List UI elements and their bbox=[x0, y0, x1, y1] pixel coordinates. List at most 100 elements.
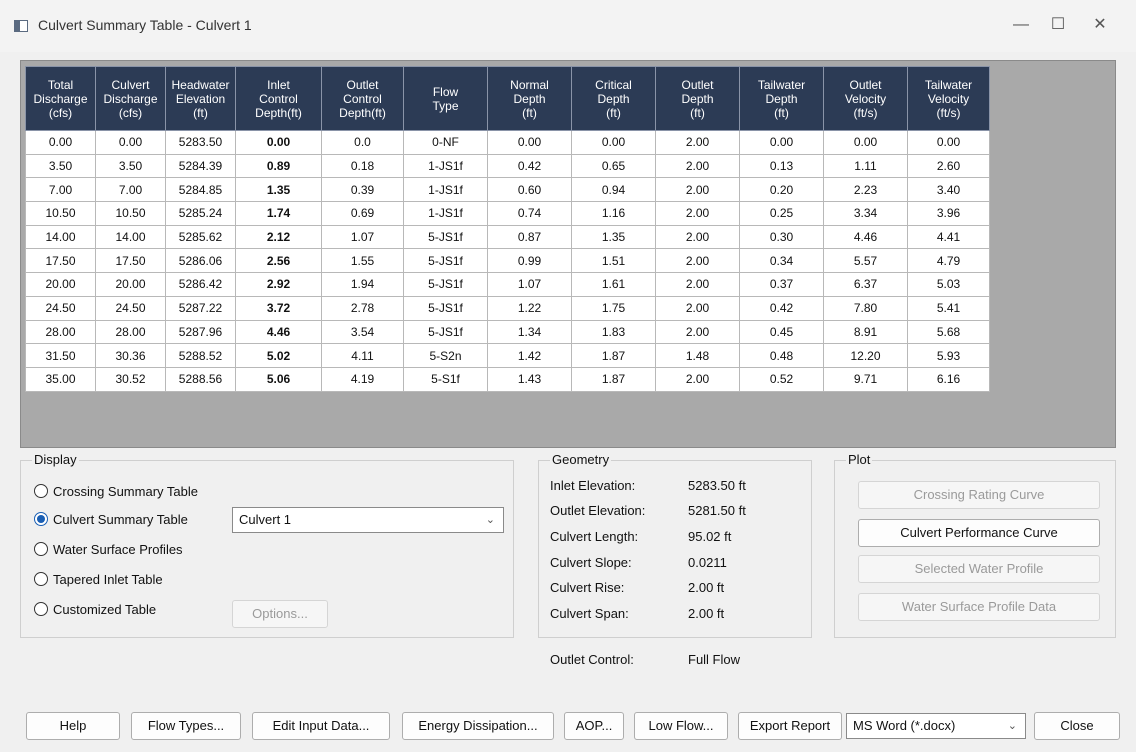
column-header-line: Depth(ft) bbox=[339, 105, 386, 120]
table-cell: 1.87 bbox=[571, 366, 656, 392]
table-row[interactable]: 3.50 3.50 5284.39 0.89 0.18 1-JS1f 0.42 0.65 2.0… bbox=[25, 153, 990, 179]
geometry-group-title: Geometry bbox=[550, 452, 612, 467]
table-cell: 0.42 bbox=[739, 295, 824, 321]
column-header[interactable]: Outlet Control Depth(ft) bbox=[321, 66, 404, 131]
aop-button[interactable]: AOP... bbox=[564, 712, 624, 740]
table-cell: 1.07 bbox=[321, 224, 404, 250]
options-button[interactable]: Options... bbox=[232, 600, 328, 628]
table-cell: 0.39 bbox=[321, 177, 404, 203]
column-header[interactable]: Tailwater Depth (ft) bbox=[739, 66, 824, 131]
table-cell: 5286.42 bbox=[165, 272, 236, 297]
close-button[interactable]: Close bbox=[1034, 712, 1120, 740]
table-cell: 1.75 bbox=[571, 295, 656, 321]
table-cell: 2.00 bbox=[655, 248, 740, 274]
table-row[interactable]: 20.00 20.00 5286.42 2.92 1.94 5-JS1f 1.07 1.61 2… bbox=[25, 272, 990, 297]
column-header[interactable]: Outlet Velocity (ft/s) bbox=[823, 66, 908, 131]
table-cell: 2.00 bbox=[655, 272, 740, 297]
table-cell: 2.60 bbox=[907, 153, 990, 179]
table-cell: 2.12 bbox=[235, 224, 322, 250]
maximize-icon[interactable]: ☐ bbox=[1043, 14, 1073, 38]
table-cell: 0.0 bbox=[321, 130, 404, 155]
export-format-select[interactable]: MS Word (*.docx) ⌄ bbox=[846, 713, 1026, 739]
display-option[interactable]: Water Surface Profiles bbox=[34, 539, 183, 559]
column-header-line: Depth bbox=[597, 91, 630, 106]
display-group-title: Display bbox=[32, 452, 79, 467]
plot-button[interactable]: Crossing Rating Curve bbox=[858, 481, 1100, 509]
column-header[interactable]: Flow Type bbox=[403, 66, 488, 131]
table-row[interactable]: 17.50 17.50 5286.06 2.56 1.55 5-JS1f 0.99 1.51 2… bbox=[25, 248, 990, 274]
radio-button[interactable] bbox=[34, 542, 48, 556]
help-button[interactable]: Help bbox=[26, 712, 120, 740]
table-cell: 2.00 bbox=[655, 295, 740, 321]
table-cell: 8.91 bbox=[823, 319, 908, 345]
table-cell: 24.50 bbox=[25, 295, 96, 321]
plot-button[interactable]: Water Surface Profile Data bbox=[858, 593, 1100, 621]
table-cell: 9.71 bbox=[823, 366, 908, 392]
table-cell: 3.72 bbox=[235, 295, 322, 321]
table-cell: 20.00 bbox=[25, 272, 96, 297]
table-cell: 0.00 bbox=[235, 130, 322, 155]
plot-group-title: Plot bbox=[846, 452, 873, 467]
export-report-button[interactable]: Export Report bbox=[738, 712, 842, 740]
column-header-line: Tailwater bbox=[757, 77, 806, 92]
table-row[interactable]: 7.00 7.00 5284.85 1.35 0.39 1-JS1f 0.60 0.94 2.0… bbox=[25, 177, 990, 203]
culvert-select[interactable]: Culvert 1 ⌄ bbox=[232, 507, 504, 533]
radio-button[interactable] bbox=[34, 602, 48, 616]
culvert-select-value: Culvert 1 bbox=[239, 512, 292, 527]
energy-dissipation-button[interactable]: Energy Dissipation... bbox=[402, 712, 554, 740]
table-row[interactable]: 31.50 30.36 5288.52 5.02 4.11 5-S2n 1.42 1.87 1.… bbox=[25, 343, 990, 368]
column-header-line: (ft/s) bbox=[853, 105, 878, 120]
display-option[interactable]: Crossing Summary Table bbox=[34, 481, 198, 501]
plot-button[interactable]: Selected Water Profile bbox=[858, 555, 1100, 583]
column-header-line: Critical bbox=[595, 77, 632, 92]
column-header[interactable]: Total Discharge (cfs) bbox=[25, 66, 96, 131]
table-cell: 3.54 bbox=[321, 319, 404, 345]
table-cell: 5283.50 bbox=[165, 130, 236, 155]
table-row[interactable]: 0.00 0.00 5283.50 0.00 0.0 0-NF 0.00 0.00 2.00 0.… bbox=[25, 130, 990, 155]
display-option[interactable]: Culvert Summary Table bbox=[34, 509, 188, 529]
column-header[interactable]: Headwater Elevation (ft) bbox=[165, 66, 236, 131]
table-cell: 1.55 bbox=[321, 248, 404, 274]
table-row[interactable]: 14.00 14.00 5285.62 2.12 1.07 5-JS1f 0.87 1.35 2… bbox=[25, 224, 990, 250]
column-header-line: (ft/s) bbox=[936, 105, 961, 120]
column-header[interactable]: Critical Depth (ft) bbox=[571, 66, 656, 131]
display-option[interactable]: Tapered Inlet Table bbox=[34, 569, 163, 589]
radio-button[interactable] bbox=[34, 572, 48, 586]
radio-button[interactable] bbox=[34, 484, 48, 498]
table-cell: 28.00 bbox=[25, 319, 96, 345]
geometry-label: Inlet Elevation: bbox=[550, 478, 636, 493]
column-header[interactable]: Outlet Depth (ft) bbox=[655, 66, 740, 131]
table-row[interactable]: 10.50 10.50 5285.24 1.74 0.69 1-JS1f 0.74 1.16 2… bbox=[25, 201, 990, 226]
table-cell: 2.00 bbox=[655, 130, 740, 155]
table-row[interactable]: 24.50 24.50 5287.22 3.72 2.78 5-JS1f 1.22 1.75 2… bbox=[25, 295, 990, 321]
edit-input-data-button[interactable]: Edit Input Data... bbox=[252, 712, 390, 740]
radio-button[interactable] bbox=[34, 512, 48, 526]
table-row[interactable]: 28.00 28.00 5287.96 4.46 3.54 5-JS1f 1.34 1.83 2… bbox=[25, 319, 990, 345]
table-cell: 5.57 bbox=[823, 248, 908, 274]
column-header[interactable]: Normal Depth (ft) bbox=[487, 66, 572, 131]
culvert-summary-table[interactable]: Total Discharge (cfs) Culvert Discharge (cfs)… bbox=[25, 66, 990, 392]
geometry-label: Culvert Rise: bbox=[550, 580, 625, 595]
flow-types-button[interactable]: Flow Types... bbox=[131, 712, 241, 740]
table-cell: 31.50 bbox=[25, 343, 96, 368]
close-window-icon[interactable]: ✕ bbox=[1085, 14, 1115, 38]
minimize-icon[interactable]: — bbox=[1006, 14, 1036, 38]
table-cell: 1.16 bbox=[571, 201, 656, 226]
table-row[interactable]: 35.00 30.52 5288.56 5.06 4.19 5-S1f 1.43 1.87 2.… bbox=[25, 366, 990, 392]
plot-button[interactable]: Culvert Performance Curve bbox=[858, 519, 1100, 547]
table-cell: 0.18 bbox=[321, 153, 404, 179]
table-cell: 2.56 bbox=[235, 248, 322, 274]
column-header[interactable]: Tailwater Velocity (ft/s) bbox=[907, 66, 990, 131]
table-cell: 5284.85 bbox=[165, 177, 236, 203]
table-cell: 1.35 bbox=[571, 224, 656, 250]
table-cell: 0.94 bbox=[571, 177, 656, 203]
geometry-value: 0.0211 bbox=[688, 555, 727, 570]
display-option[interactable]: Customized Table bbox=[34, 599, 156, 619]
column-header[interactable]: Culvert Discharge (cfs) bbox=[95, 66, 166, 131]
low-flow-button[interactable]: Low Flow... bbox=[634, 712, 728, 740]
table-cell: 2.00 bbox=[655, 177, 740, 203]
column-header[interactable]: Inlet Control Depth(ft) bbox=[235, 66, 322, 131]
table-cell: 30.36 bbox=[95, 343, 166, 368]
table-cell: 1.11 bbox=[823, 153, 908, 179]
table-cell: 4.41 bbox=[907, 224, 990, 250]
